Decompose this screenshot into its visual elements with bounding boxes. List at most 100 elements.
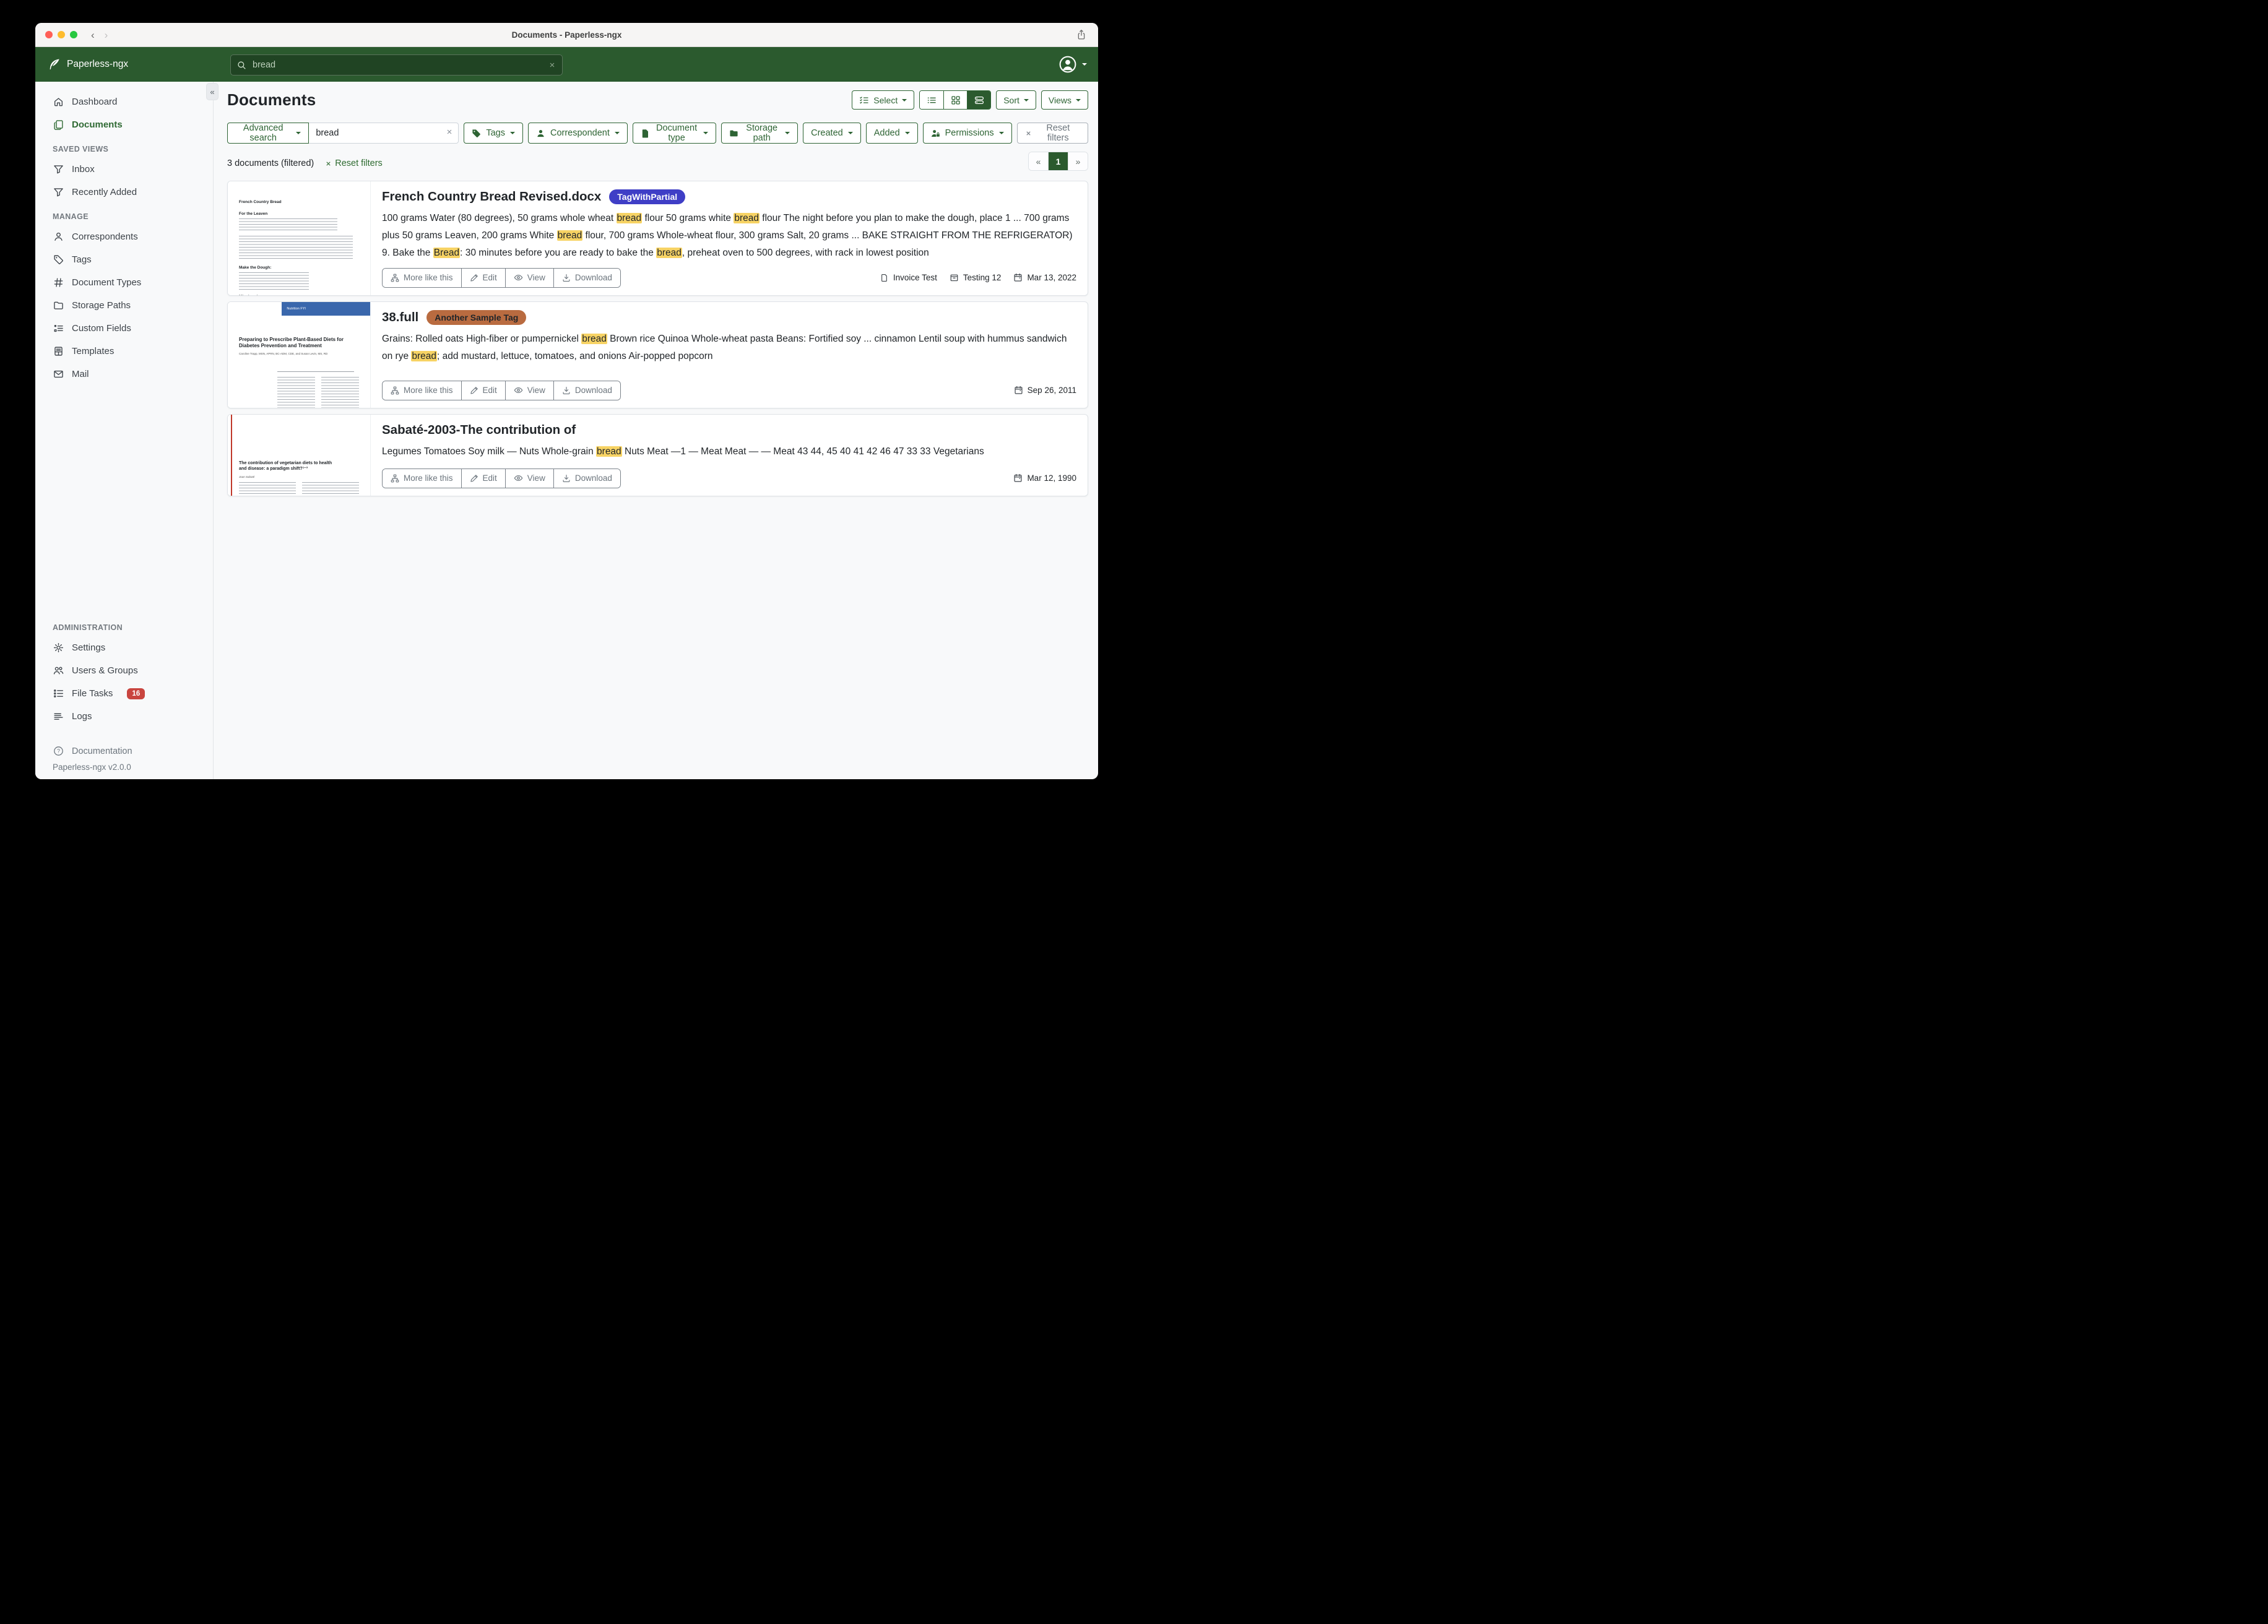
reset-filters-label: Reset filters bbox=[1036, 123, 1080, 143]
filter-permissions-button[interactable]: Permissions bbox=[923, 123, 1012, 144]
sidebar-item-mail[interactable]: Mail bbox=[35, 363, 213, 386]
document-created-date[interactable]: Mar 12, 1990 bbox=[1013, 473, 1076, 483]
brand[interactable]: Paperless-ngx bbox=[48, 58, 128, 71]
sidebar-item-file-tasks[interactable]: File Tasks16 bbox=[35, 682, 213, 705]
filter-created-button[interactable]: Created bbox=[803, 123, 861, 144]
select-button[interactable]: Select bbox=[852, 90, 914, 110]
document-tag[interactable]: Another Sample Tag bbox=[426, 310, 526, 325]
view-mode-list-button[interactable] bbox=[920, 91, 943, 109]
sidebar-collapse-button[interactable]: « bbox=[206, 83, 219, 100]
download-button[interactable]: Download bbox=[553, 469, 620, 488]
action-label: Download bbox=[575, 473, 612, 483]
document-created-date[interactable]: Sep 26, 2011 bbox=[1014, 386, 1076, 395]
view-button[interactable]: View bbox=[505, 381, 553, 400]
document-title[interactable]: Sabaté-2003-The contribution of bbox=[382, 423, 576, 438]
filter-correspondent-button[interactable]: Correspondent bbox=[528, 123, 628, 144]
diagram-icon bbox=[391, 474, 399, 483]
sidebar-item-label: Recently Added bbox=[72, 187, 137, 197]
sidebar-item-logs[interactable]: Logs bbox=[35, 705, 213, 728]
view-mode-grid-button[interactable] bbox=[943, 91, 967, 109]
sidebar-item-storage-paths[interactable]: Storage Paths bbox=[35, 294, 213, 317]
caret-down-icon bbox=[1082, 63, 1087, 66]
pagination-prev-button[interactable]: « bbox=[1029, 152, 1048, 170]
action-label: Edit bbox=[483, 473, 497, 483]
action-label: Download bbox=[575, 273, 612, 282]
sidebar-item-correspondents[interactable]: Correspondents bbox=[35, 225, 213, 248]
tag-fill-icon bbox=[472, 129, 481, 138]
caret-down-icon bbox=[902, 99, 907, 102]
sidebar-item-label: Templates bbox=[72, 346, 114, 356]
reset-filters-button[interactable]: Reset filters bbox=[1017, 123, 1088, 144]
sidebar-item-dashboard[interactable]: Dashboard bbox=[35, 90, 213, 113]
share-icon[interactable] bbox=[1076, 28, 1087, 41]
document-correspondent[interactable]: Invoice Test bbox=[880, 273, 937, 282]
download-button[interactable]: Download bbox=[553, 381, 620, 400]
document-card: French Country BreadFor the LeavenMake t… bbox=[227, 181, 1088, 296]
sidebar-item-label: Documents bbox=[72, 119, 123, 130]
sidebar-item-users-groups[interactable]: Users & Groups bbox=[35, 659, 213, 682]
sidebar-item-inbox[interactable]: Inbox bbox=[35, 158, 213, 181]
tasks-icon bbox=[53, 688, 64, 699]
filter-document-type-button[interactable]: Document type bbox=[633, 123, 716, 144]
minimize-button[interactable] bbox=[58, 31, 65, 38]
more-like-this-button[interactable]: More like this bbox=[383, 381, 461, 400]
advanced-search-button[interactable]: Advanced search bbox=[227, 123, 309, 144]
close-button[interactable] bbox=[45, 31, 53, 38]
global-search-input[interactable] bbox=[251, 59, 543, 71]
document-tag[interactable]: TagWithPartial bbox=[609, 189, 685, 204]
hash-icon bbox=[53, 277, 64, 288]
sidebar-section-administration: ADMINISTRATION bbox=[35, 615, 213, 636]
edit-button[interactable]: Edit bbox=[461, 381, 505, 400]
meta-label: Testing 12 bbox=[963, 273, 1002, 282]
zoom-button[interactable] bbox=[70, 31, 77, 38]
document-type[interactable]: Testing 12 bbox=[950, 273, 1002, 282]
sidebar-item-recently-added[interactable]: Recently Added bbox=[35, 181, 213, 204]
sort-button[interactable]: Sort bbox=[996, 90, 1036, 110]
view-mode-cards-button[interactable] bbox=[967, 91, 990, 109]
view-button[interactable]: View bbox=[505, 269, 553, 287]
sidebar-item-settings[interactable]: Settings bbox=[35, 636, 213, 659]
back-button[interactable]: ‹ bbox=[91, 30, 95, 40]
more-like-this-button[interactable]: More like this bbox=[383, 269, 461, 287]
documentation-link[interactable]: ? Documentation bbox=[53, 746, 213, 756]
filter-added-button[interactable]: Added bbox=[866, 123, 918, 144]
document-thumbnail[interactable]: The contribution of vegetarian diets to … bbox=[228, 415, 371, 496]
more-like-this-button[interactable]: More like this bbox=[383, 469, 461, 488]
edit-button[interactable]: Edit bbox=[461, 469, 505, 488]
action-label: More like this bbox=[404, 273, 453, 282]
reset-filters-link[interactable]: Reset filters bbox=[325, 158, 383, 168]
user-menu[interactable] bbox=[1058, 55, 1087, 74]
document-title[interactable]: French Country Bread Revised.docx bbox=[382, 189, 601, 204]
sidebar-item-custom-fields[interactable]: Custom Fields bbox=[35, 317, 213, 340]
filter-tags-button[interactable]: Tags bbox=[464, 123, 523, 144]
sidebar-item-templates[interactable]: Templates bbox=[35, 340, 213, 363]
sidebar-item-documents[interactable]: Documents bbox=[35, 113, 213, 136]
document-thumbnail-page: Nutrition FYIPreparing to Prescribe Plan… bbox=[228, 302, 370, 408]
question-circle-icon: ? bbox=[53, 746, 64, 756]
clear-query-icon[interactable] bbox=[446, 128, 453, 136]
window-controls bbox=[45, 31, 77, 38]
eye-icon bbox=[514, 386, 523, 395]
forward-button[interactable]: › bbox=[105, 30, 108, 40]
clear-search-icon[interactable] bbox=[548, 61, 556, 69]
sidebar-item-document-types[interactable]: Document Types bbox=[35, 271, 213, 294]
search-icon bbox=[237, 61, 246, 70]
sidebar-item-label: Mail bbox=[72, 369, 89, 379]
views-button[interactable]: Views bbox=[1041, 90, 1088, 110]
document-snippet: Legumes Tomatoes Soy milk — Nuts Whole-g… bbox=[382, 443, 1076, 460]
folder-fill-icon bbox=[729, 129, 738, 138]
sidebar-item-tags[interactable]: Tags bbox=[35, 248, 213, 271]
document-title[interactable]: 38.full bbox=[382, 310, 418, 325]
download-button[interactable]: Download bbox=[553, 269, 620, 287]
document-count: 3 documents (filtered) bbox=[227, 158, 314, 168]
filter-query-input[interactable] bbox=[309, 123, 459, 144]
download-icon bbox=[562, 274, 571, 282]
document-thumbnail[interactable]: Nutrition FYIPreparing to Prescribe Plan… bbox=[228, 302, 371, 408]
edit-button[interactable]: Edit bbox=[461, 269, 505, 287]
filter-storage-path-button[interactable]: Storage path bbox=[721, 123, 798, 144]
document-created-date[interactable]: Mar 13, 2022 bbox=[1013, 273, 1076, 282]
document-thumbnail[interactable]: French Country BreadFor the LeavenMake t… bbox=[228, 181, 371, 295]
pagination-page-1[interactable]: 1 bbox=[1048, 152, 1068, 170]
view-button[interactable]: View bbox=[505, 469, 553, 488]
pagination-next-button[interactable]: » bbox=[1068, 152, 1088, 170]
